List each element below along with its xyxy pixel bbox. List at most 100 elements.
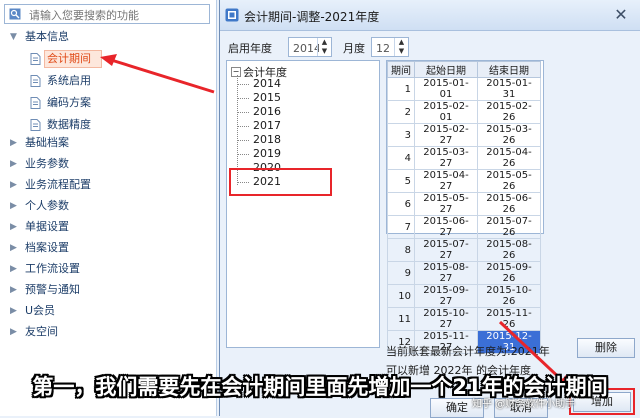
delete-button[interactable]: 删除 — [577, 338, 635, 358]
nav-group-label: 基本信息 — [25, 30, 69, 43]
end-date-cell[interactable]: 2015-03-26 — [477, 123, 541, 147]
start-date-cell[interactable]: 2015-02-01 — [414, 100, 478, 124]
end-date-cell[interactable]: 2015-11-26 — [477, 307, 541, 331]
end-date-cell[interactable]: 2015-05-26 — [477, 169, 541, 193]
start-date-cell[interactable]: 2015-01-01 — [414, 77, 478, 101]
start-date-cell[interactable]: 2015-02-27 — [414, 123, 478, 147]
stepper-buttons: ▲ ▼ — [394, 38, 408, 56]
end-date-cell[interactable]: 2015-08-26 — [477, 238, 541, 262]
start-date-cell[interactable]: 2015-07-27 — [414, 238, 478, 262]
table-row[interactable]: 3 2015-02-27 2015-03-26 — [387, 123, 541, 147]
tree-branch — [237, 154, 249, 155]
nav-group-business-params[interactable]: ▶ 业务参数 — [0, 154, 214, 174]
nav-group-basic-info[interactable]: ▼ 基本信息 — [0, 27, 214, 47]
period-number-cell[interactable]: 8 — [387, 238, 415, 262]
table-row[interactable]: 9 2015-08-27 2015-09-26 — [387, 261, 541, 285]
fiscal-year-tree: − 会计年度 2014 2015 2016 2017 2018 2019 202… — [226, 60, 380, 348]
period-table-body: 1 2015-01-01 2015-01-31 2 2015-02-01 2015-02-… — [387, 77, 541, 354]
period-number-cell[interactable]: 5 — [387, 169, 415, 193]
nav-group-business-flow[interactable]: ▶ 业务流程配置 — [0, 175, 214, 195]
close-icon[interactable]: ✕ — [612, 6, 630, 24]
nav-group-archive-settings[interactable]: ▶ 档案设置 — [0, 238, 214, 258]
chevron-right-icon: ▶ — [10, 180, 17, 190]
nav-group-u-member[interactable]: ▶ U会员 — [0, 301, 214, 321]
chevron-down-icon[interactable]: ▼ — [318, 47, 331, 56]
table-row[interactable]: 2 2015-02-01 2015-02-26 — [387, 100, 541, 124]
table-row[interactable]: 7 2015-06-27 2015-07-26 — [387, 215, 541, 239]
nav-group-personal-params[interactable]: ▶ 个人参数 — [0, 196, 214, 216]
period-table-container: 期间 起始日期 结束日期 1 2015-01-01 2015-01-31 2 2015-… — [386, 60, 544, 354]
end-date-cell[interactable]: 2015-02-26 — [477, 100, 541, 124]
nav-group-base-archives[interactable]: ▶ 基础档案 — [0, 133, 214, 153]
table-row[interactable]: 6 2015-05-27 2015-06-26 — [387, 192, 541, 216]
start-year-stepper[interactable]: ▲ ▼ — [288, 37, 332, 57]
nav-group-document-settings[interactable]: ▶ 单据设置 — [0, 217, 214, 237]
start-date-cell[interactable]: 2015-06-27 — [414, 215, 478, 239]
start-date-cell[interactable]: 2015-05-27 — [414, 192, 478, 216]
table-row[interactable]: 10 2015-09-27 2015-10-26 — [387, 284, 541, 308]
end-date-cell[interactable]: 2015-09-26 — [477, 261, 541, 285]
nav-group-workflow-settings[interactable]: ▶ 工作流设置 — [0, 259, 214, 279]
collapse-icon[interactable]: − — [231, 67, 241, 77]
period-number-cell[interactable]: 11 — [387, 307, 415, 331]
table-row[interactable]: 11 2015-10-27 2015-11-26 — [387, 307, 541, 331]
column-header: 结束日期 — [477, 61, 541, 78]
end-date-cell[interactable]: 2015-10-26 — [477, 284, 541, 308]
tree-branch — [237, 112, 249, 113]
end-date-cell[interactable]: 2015-07-26 — [477, 215, 541, 239]
nav-group-friend-space[interactable]: ▶ 友空间 — [0, 322, 214, 342]
annotation-highlight-box — [229, 168, 332, 196]
table-row[interactable]: 4 2015-03-27 2015-04-26 — [387, 146, 541, 170]
start-year-label: 启用年度 — [228, 42, 272, 55]
table-row[interactable]: 1 2015-01-01 2015-01-31 — [387, 77, 541, 101]
start-date-cell[interactable]: 2015-04-27 — [414, 169, 478, 193]
period-number-cell[interactable]: 6 — [387, 192, 415, 216]
end-date-cell[interactable]: 2015-01-31 — [477, 77, 541, 101]
accounting-period-dialog: 会计期间-调整-2021年度 ✕ 启用年度 ▲ ▼ 月度 ▲ ▼ − 会计年度 … — [219, 0, 640, 418]
tree-branch — [237, 140, 249, 141]
period-number-cell[interactable]: 2 — [387, 100, 415, 124]
nav-group-alerts[interactable]: ▶ 预警与通知 — [0, 280, 214, 300]
search-box[interactable] — [4, 4, 210, 24]
watermark-text: 知乎 @财务软件小助手 — [472, 399, 576, 410]
column-header: 起始日期 — [414, 61, 478, 78]
start-date-cell[interactable]: 2015-09-27 — [414, 284, 478, 308]
period-number-cell[interactable]: 3 — [387, 123, 415, 147]
nav-group-label: 业务参数 — [25, 157, 69, 170]
table-row[interactable]: 5 2015-04-27 2015-05-26 — [387, 169, 541, 193]
period-number-cell[interactable]: 9 — [387, 261, 415, 285]
month-stepper[interactable]: ▲ ▼ — [371, 37, 409, 57]
period-number-cell[interactable]: 7 — [387, 215, 415, 239]
chevron-right-icon: ▶ — [10, 327, 17, 337]
chevron-right-icon: ▶ — [10, 264, 17, 274]
end-date-cell[interactable]: 2015-06-26 — [477, 192, 541, 216]
tree-node-label: 2019 — [253, 147, 281, 160]
tree-branch — [237, 84, 249, 85]
month-label: 月度 — [343, 42, 365, 55]
nav-group-label: 业务流程配置 — [25, 178, 91, 191]
start-date-cell[interactable]: 2015-03-27 — [414, 146, 478, 170]
dialog-titlebar[interactable]: 会计期间-调整-2021年度 ✕ — [220, 0, 640, 31]
sub-item-label: 编码方案 — [47, 96, 91, 109]
sub-item-coding-scheme[interactable]: 编码方案 — [0, 92, 214, 114]
end-date-cell[interactable]: 2015-04-26 — [477, 146, 541, 170]
period-table: 期间 起始日期 结束日期 1 2015-01-01 2015-01-31 2 2015-… — [387, 61, 541, 354]
period-number-cell[interactable]: 4 — [387, 146, 415, 170]
table-row[interactable]: 8 2015-07-27 2015-08-26 — [387, 238, 541, 262]
chevron-up-icon[interactable]: ▲ — [318, 38, 331, 47]
period-number-cell[interactable]: 1 — [387, 77, 415, 101]
chevron-down-icon[interactable]: ▼ — [395, 47, 408, 56]
period-number-cell[interactable]: 10 — [387, 284, 415, 308]
start-date-cell[interactable]: 2015-08-27 — [414, 261, 478, 285]
search-input[interactable] — [27, 6, 209, 24]
sub-item-system-enable[interactable]: 系统启用 — [0, 70, 214, 92]
nav-group-label: 友空间 — [25, 325, 58, 338]
search-icon — [9, 8, 21, 20]
chevron-up-icon[interactable]: ▲ — [395, 38, 408, 47]
nav-group-label: 个人参数 — [25, 199, 69, 212]
start-date-cell[interactable]: 2015-10-27 — [414, 307, 478, 331]
sub-item-accounting-period[interactable]: 会计期间 — [0, 48, 214, 70]
navigation-pane: ▼ 基本信息 会计期间 系统启用 编码方案 数据精度 ▶基础档案 ▶业务参数 ▶… — [0, 0, 217, 416]
tree-branch — [237, 98, 249, 99]
document-icon — [30, 119, 41, 131]
